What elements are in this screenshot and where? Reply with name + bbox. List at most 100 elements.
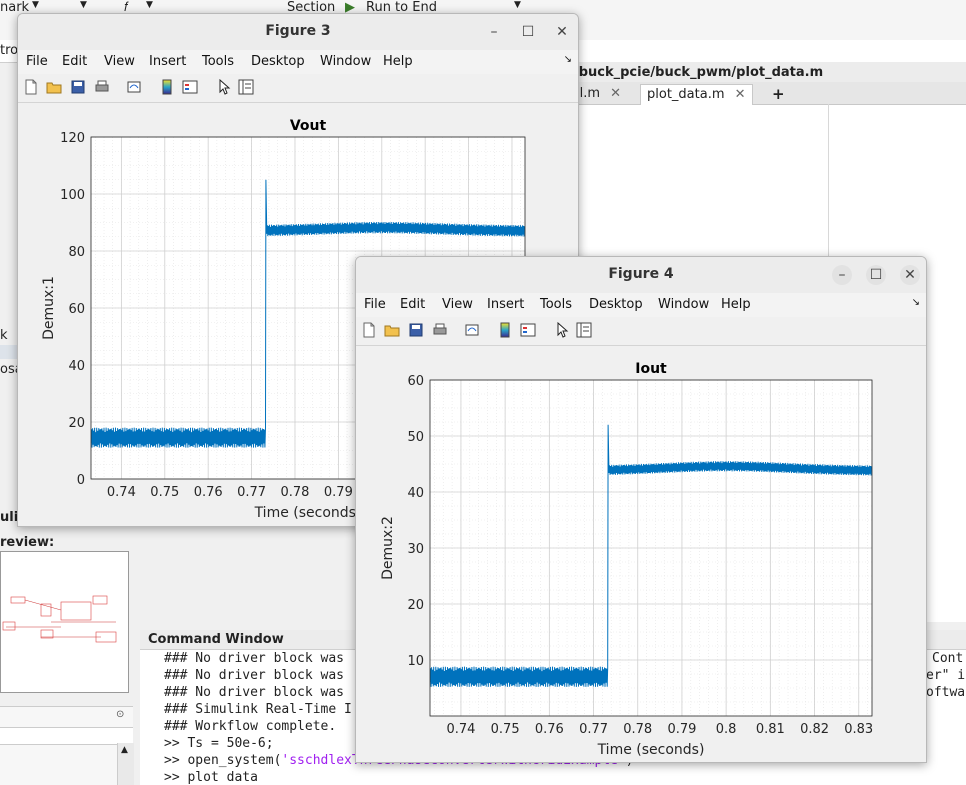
link-plot-icon[interactable] bbox=[464, 322, 480, 338]
y-axis-label: Demux:1 bbox=[41, 276, 57, 340]
figure-4-window[interactable]: Figure 4 – ☐ ✕ File Edit View Insert Too… bbox=[355, 256, 927, 763]
colorbar-icon[interactable] bbox=[497, 322, 513, 338]
figure-3-menubar: File Edit View Insert Tools Desktop Wind… bbox=[18, 50, 578, 74]
close-tab-icon[interactable]: ✕ bbox=[735, 87, 746, 102]
preview-label: review: bbox=[0, 535, 55, 550]
close-tab-icon[interactable]: ✕ bbox=[610, 86, 621, 101]
y-tick-label: 120 bbox=[60, 131, 85, 146]
print-icon[interactable] bbox=[94, 79, 110, 95]
open-folder-icon[interactable] bbox=[46, 79, 62, 95]
print-icon[interactable] bbox=[432, 322, 448, 338]
dropdown-arrow-icon[interactable]: ▼ bbox=[32, 0, 39, 10]
x-axis-label: Time (seconds) bbox=[597, 742, 705, 758]
x-tick-label: 0.74 bbox=[446, 722, 475, 737]
menu-edit[interactable]: Edit bbox=[400, 297, 425, 312]
menu-desktop[interactable]: Desktop bbox=[589, 297, 643, 312]
new-file-icon[interactable] bbox=[23, 79, 39, 95]
y-tick-label: 40 bbox=[68, 359, 85, 374]
figure-4-toolbar bbox=[356, 317, 926, 346]
command-line: ### Simulink Real-Time I bbox=[164, 702, 352, 717]
editor-path-bar: t_buck_pcie/buck_pwm/plot_data.m bbox=[560, 62, 966, 82]
close-icon[interactable]: ✕ bbox=[552, 22, 572, 42]
tab-plot-data-m[interactable]: plot_data.m ✕ bbox=[640, 84, 753, 105]
model-preview-drawing bbox=[2, 595, 117, 643]
dropdown-arrow-icon[interactable]: ▼ bbox=[80, 0, 87, 10]
dropdown-arrow-icon[interactable]: ▼ bbox=[514, 0, 521, 10]
menu-file[interactable]: File bbox=[26, 54, 48, 69]
save-icon[interactable] bbox=[408, 322, 424, 338]
dock-figure-icon[interactable]: ↘ bbox=[564, 54, 572, 65]
editor-path: t_buck_pcie/buck_pwm/plot_data.m bbox=[566, 65, 824, 80]
figure-4-titlebar[interactable]: Figure 4 – ☐ ✕ bbox=[356, 257, 926, 293]
y-tick-label: 20 bbox=[68, 416, 85, 431]
menu-view[interactable]: View bbox=[442, 297, 473, 312]
link-plot-icon[interactable] bbox=[126, 79, 142, 95]
close-icon[interactable]: ✕ bbox=[900, 265, 920, 285]
command-line: >> Ts = 50e-6; bbox=[164, 736, 274, 751]
menu-help[interactable]: Help bbox=[383, 54, 413, 69]
collapse-chevron-icon[interactable]: ⊙ bbox=[116, 709, 124, 720]
menu-desktop[interactable]: Desktop bbox=[251, 54, 305, 69]
tab-label: ll.m bbox=[576, 86, 601, 101]
left-header-row bbox=[0, 727, 133, 745]
menu-edit[interactable]: Edit bbox=[62, 54, 87, 69]
left-selected-row[interactable] bbox=[0, 345, 18, 359]
y-tick-label: 40 bbox=[407, 486, 424, 501]
pointer-icon[interactable] bbox=[216, 79, 232, 95]
address-fragment: tro bbox=[0, 43, 19, 58]
x-tick-label: 0.81 bbox=[756, 722, 785, 737]
menu-view[interactable]: View bbox=[104, 54, 135, 69]
command-line: >> plot data bbox=[164, 770, 258, 785]
x-tick-label: 0.76 bbox=[535, 722, 564, 737]
x-tick-label: 0.75 bbox=[150, 485, 179, 500]
command-line: ### No driver block was bbox=[164, 668, 345, 683]
add-tab-icon[interactable]: + bbox=[766, 84, 791, 104]
new-file-icon[interactable] bbox=[361, 322, 377, 338]
iout-chart[interactable]: 0.74 0.75 0.76 0.77 0.78 0.79 0.8 0.81 0.82 0.83 1… bbox=[356, 346, 926, 762]
y-axis-label: Demux:2 bbox=[380, 516, 396, 580]
colorbar-icon[interactable] bbox=[159, 79, 175, 95]
dropdown-arrow-icon[interactable]: ▼ bbox=[146, 0, 153, 10]
menu-window[interactable]: Window bbox=[320, 54, 371, 69]
menu-insert[interactable]: Insert bbox=[487, 297, 524, 312]
x-tick-label: 0.77 bbox=[237, 485, 266, 500]
save-icon[interactable] bbox=[70, 79, 86, 95]
x-tick-label: 0.83 bbox=[844, 722, 873, 737]
open-folder-icon[interactable] bbox=[384, 322, 400, 338]
x-tick-label: 0.78 bbox=[281, 485, 310, 500]
menu-window[interactable]: Window bbox=[658, 297, 709, 312]
legend-icon[interactable] bbox=[520, 322, 536, 338]
y-tick-label: 30 bbox=[407, 542, 424, 557]
command-line: ### No driver block was bbox=[164, 651, 345, 666]
left-bottom-panel: ⊙ ▲ bbox=[0, 706, 134, 785]
property-inspector-icon[interactable] bbox=[576, 322, 592, 338]
figure-4-canvas[interactable]: 0.74 0.75 0.76 0.77 0.78 0.79 0.8 0.81 0.82 0.83 1… bbox=[356, 346, 926, 762]
property-inspector-icon[interactable] bbox=[238, 79, 254, 95]
y-tick-label: 20 bbox=[407, 598, 424, 613]
scroll-up-icon[interactable]: ▲ bbox=[121, 745, 128, 755]
scrollbar[interactable]: ▲ bbox=[117, 743, 134, 785]
maximize-icon[interactable]: ☐ bbox=[518, 22, 538, 42]
menu-tools[interactable]: Tools bbox=[202, 54, 234, 69]
legend-icon[interactable] bbox=[182, 79, 198, 95]
minimize-icon[interactable]: – bbox=[484, 22, 504, 42]
x-axis-label: Time (seconds) bbox=[254, 505, 362, 521]
x-tick-label: 0.79 bbox=[324, 485, 353, 500]
menu-tools[interactable]: Tools bbox=[540, 297, 572, 312]
x-tick-label: 0.78 bbox=[623, 722, 652, 737]
menu-insert[interactable]: Insert bbox=[149, 54, 186, 69]
menu-help[interactable]: Help bbox=[721, 297, 751, 312]
dock-figure-icon[interactable]: ↘ bbox=[912, 297, 920, 308]
model-preview-thumbnail[interactable] bbox=[0, 551, 129, 693]
command-line-fragment: er" in bbox=[926, 668, 966, 683]
minimize-icon[interactable]: – bbox=[832, 265, 852, 285]
figure-3-toolbar bbox=[18, 74, 578, 103]
pointer-icon[interactable] bbox=[554, 322, 570, 338]
x-tick-label: 0.75 bbox=[491, 722, 520, 737]
command-text: >> open_system( bbox=[164, 753, 282, 768]
y-tick-label: 0 bbox=[77, 473, 85, 488]
command-line-fragment: oftwa bbox=[926, 685, 966, 700]
figure-3-titlebar[interactable]: Figure 3 – ☐ ✕ bbox=[18, 14, 578, 50]
maximize-icon[interactable]: ☐ bbox=[866, 265, 886, 285]
menu-file[interactable]: File bbox=[364, 297, 386, 312]
